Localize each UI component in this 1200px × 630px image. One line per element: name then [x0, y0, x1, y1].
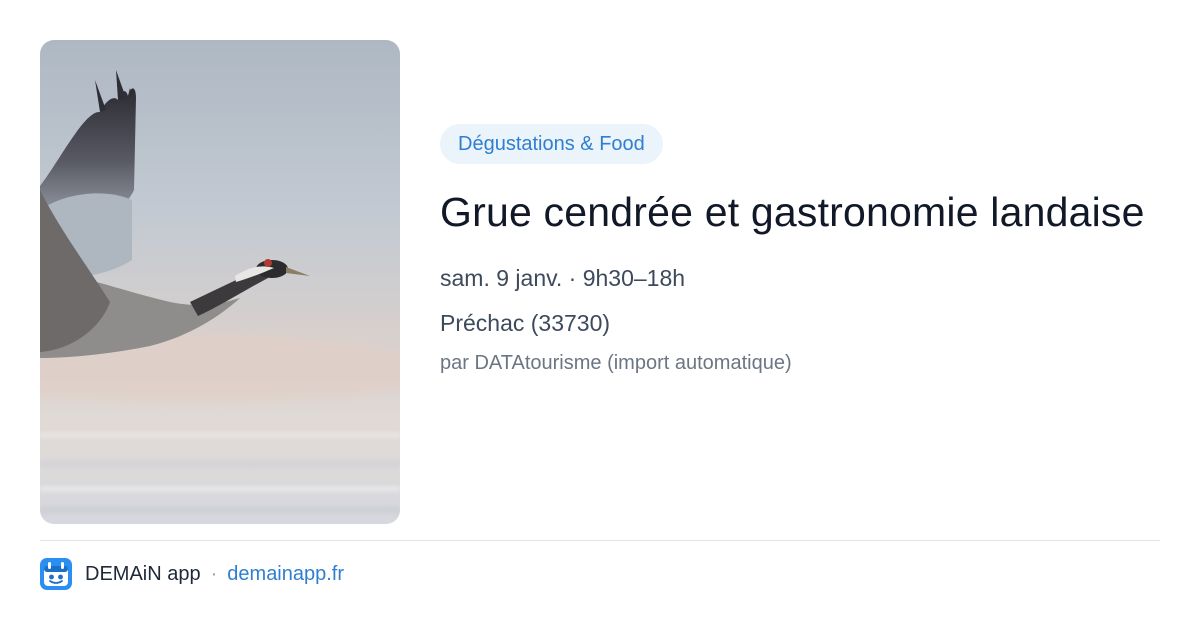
app-name: DEMAiN app — [85, 562, 201, 585]
event-location: Préchac (33730) — [440, 310, 611, 336]
event-details: Dégustations & Food Grue cendrée et gast… — [440, 124, 1160, 376]
footer: DEMAiN app · demainapp.fr — [40, 558, 344, 590]
event-title[interactable]: Grue cendrée et gastronomie landaise — [440, 185, 1160, 239]
event-source: par DATAtourisme (import automatique) — [440, 352, 792, 374]
event-date-time: sam. 9 janv. · 9h30–18h — [440, 265, 686, 291]
app-url-link[interactable]: demainapp.fr — [227, 563, 344, 586]
event-photo — [40, 40, 400, 524]
category-badge[interactable]: Dégustations & Food — [440, 124, 663, 164]
footer-separator: · — [210, 562, 218, 585]
event-preview-card[interactable]: Dégustations & Food Grue cendrée et gast… — [0, 0, 1200, 630]
demain-logo-icon — [40, 558, 72, 590]
footer-divider — [40, 540, 1160, 541]
